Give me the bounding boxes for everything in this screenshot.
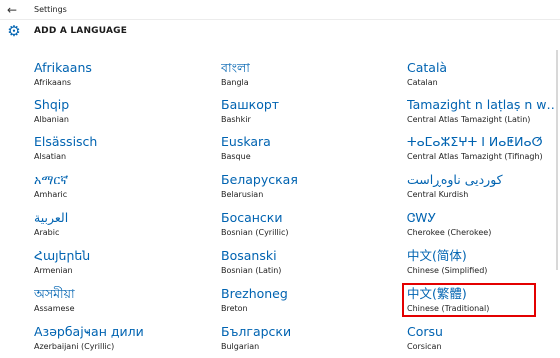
- language-item-cherokee[interactable]: ᏣᎳᎩ Cherokee (Cherokee): [407, 210, 560, 244]
- language-native-name: Башкорт: [221, 97, 280, 112]
- language-item-bosnian-latin[interactable]: Bosanski Bosnian (Latin): [221, 248, 391, 282]
- language-item-bashkir[interactable]: Башкорт Bashkir: [221, 97, 391, 131]
- language-english-name: Chinese (Simplified): [407, 266, 488, 275]
- language-item-chinese-simplified[interactable]: 中文(简体) Chinese (Simplified): [407, 248, 560, 282]
- language-native-name: አማርኛ: [34, 172, 69, 187]
- language-item-assamese[interactable]: অসমীয়া Assamese: [34, 286, 204, 320]
- language-english-name: Alsatian: [34, 152, 67, 161]
- language-native-name: অসমীয়া: [34, 286, 75, 301]
- language-item-azerbaijani-cyrillic[interactable]: Азәрбајҹан дили Azerbaijani (Cyrillic): [34, 324, 204, 358]
- language-item-central-atlas-tamazight-tifinagh[interactable]: ⵜⴰⵎⴰⵣⵉⵖⵜ ⵏ ⵍⴰⵟⵍⴰⵚ Central Atlas Tamazigh…: [407, 134, 560, 168]
- language-native-name: Elsässisch: [34, 134, 98, 149]
- language-english-name: Cherokee (Cherokee): [407, 228, 492, 237]
- language-english-name: Breton: [221, 304, 248, 313]
- vertical-scrollbar[interactable]: [556, 50, 558, 270]
- language-native-name: کوردیی ناوەڕاست: [407, 172, 503, 187]
- language-item-alsatian[interactable]: Elsässisch Alsatian: [34, 134, 204, 168]
- language-native-name: Català: [407, 60, 448, 75]
- language-native-name: Հայերեն: [34, 248, 91, 263]
- language-english-name: Armenian: [34, 266, 73, 275]
- language-english-name: Bosnian (Cyrillic): [221, 228, 289, 237]
- language-native-name: Азәрбајҹан дили: [34, 324, 144, 339]
- language-native-name: Bosanski: [221, 248, 277, 263]
- language-native-name: ⵜⴰⵎⴰⵣⵉⵖⵜ ⵏ ⵍⴰⵟⵍⴰⵚ: [407, 134, 543, 149]
- language-native-name: ᏣᎳᎩ: [407, 210, 437, 225]
- language-english-name: Azerbaijani (Cyrillic): [34, 342, 115, 351]
- language-english-name: Belarusian: [221, 190, 264, 199]
- language-grid: Afrikaans Afrikaans Shqip Albanian Elsäs…: [0, 44, 560, 351]
- language-native-name: 中文(繁體): [407, 286, 467, 301]
- language-native-name: বাংলা: [221, 60, 250, 75]
- language-item-breton[interactable]: Brezhoneg Breton: [221, 286, 391, 320]
- language-native-name: Български: [221, 324, 292, 339]
- language-english-name: Central Kurdish: [407, 190, 469, 199]
- language-english-name: Central Atlas Tamazight (Latin): [407, 115, 531, 124]
- title-bar: ← Settings: [0, 0, 560, 20]
- language-english-name: Bulgarian: [221, 342, 260, 351]
- language-english-name: Central Atlas Tamazight (Tifinagh): [407, 152, 543, 161]
- language-english-name: Albanian: [34, 115, 69, 124]
- language-native-name: Босански: [221, 210, 283, 225]
- language-native-name: Corsu: [407, 324, 443, 339]
- language-native-name: Беларуская: [221, 172, 298, 187]
- language-english-name: Bangla: [221, 78, 249, 87]
- language-english-name: Amharic: [34, 190, 68, 199]
- language-english-name: Chinese (Traditional): [407, 304, 490, 313]
- language-native-name: Euskara: [221, 134, 271, 149]
- language-item-bangla[interactable]: বাংলা Bangla: [221, 60, 391, 94]
- language-english-name: Corsican: [407, 342, 442, 351]
- language-english-name: Catalan: [407, 78, 438, 87]
- language-english-name: Bashkir: [221, 115, 251, 124]
- language-english-name: Assamese: [34, 304, 75, 313]
- language-item-amharic[interactable]: አማርኛ Amharic: [34, 172, 204, 206]
- gear-icon: ⚙: [7, 22, 21, 40]
- language-item-catalan[interactable]: Català Catalan: [407, 60, 560, 94]
- language-english-name: Afrikaans: [34, 78, 72, 87]
- language-english-name: Basque: [221, 152, 251, 161]
- language-item-central-atlas-tamazight-latin[interactable]: Tamazight n laṭlaṣ n wamm... Central Atl…: [407, 97, 560, 131]
- language-native-name: 中文(简体): [407, 248, 467, 263]
- page-title: ADD A LANGUAGE: [34, 26, 128, 36]
- language-native-name: Tamazight n laṭlaṣ n wamm...: [407, 97, 560, 112]
- window-title: Settings: [34, 5, 67, 14]
- language-item-bosnian-cyrillic[interactable]: Босански Bosnian (Cyrillic): [221, 210, 391, 244]
- language-native-name: Brezhoneg: [221, 286, 288, 301]
- page-header: ⚙ ADD A LANGUAGE: [0, 20, 560, 44]
- language-english-name: Bosnian (Latin): [221, 266, 282, 275]
- language-native-name: Afrikaans: [34, 60, 92, 75]
- language-native-name: العربية: [34, 210, 69, 225]
- language-item-armenian[interactable]: Հայերեն Armenian: [34, 248, 204, 282]
- language-item-chinese-traditional[interactable]: 中文(繁體) Chinese (Traditional): [407, 286, 560, 320]
- language-item-corsican[interactable]: Corsu Corsican: [407, 324, 560, 358]
- language-item-albanian[interactable]: Shqip Albanian: [34, 97, 204, 131]
- language-english-name: Arabic: [34, 228, 60, 237]
- back-arrow-icon[interactable]: ←: [0, 0, 24, 20]
- language-item-belarusian[interactable]: Беларуская Belarusian: [221, 172, 391, 206]
- language-item-arabic[interactable]: العربية Arabic: [34, 210, 204, 244]
- language-native-name: Shqip: [34, 97, 70, 112]
- language-item-central-kurdish[interactable]: کوردیی ناوەڕاست Central Kurdish: [407, 172, 560, 206]
- language-item-basque[interactable]: Euskara Basque: [221, 134, 391, 168]
- language-item-afrikaans[interactable]: Afrikaans Afrikaans: [34, 60, 204, 94]
- language-item-bulgarian[interactable]: Български Bulgarian: [221, 324, 391, 358]
